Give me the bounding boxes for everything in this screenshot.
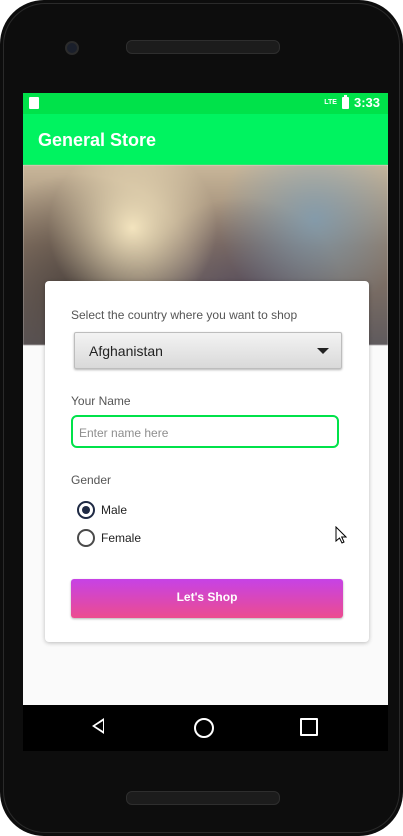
status-time: 3:33 <box>353 95 380 110</box>
gender-label: Gender <box>71 473 112 487</box>
country-dropdown[interactable]: Afghanistan <box>74 332 342 369</box>
name-placeholder: Enter name here <box>79 426 169 440</box>
camera-icon <box>65 41 79 55</box>
back-icon[interactable] <box>92 718 104 734</box>
recent-apps-icon[interactable] <box>300 718 318 736</box>
app-bar: General Store <box>23 114 388 165</box>
lte-indicator: LTE <box>324 99 337 106</box>
lets-shop-button[interactable]: Let's Shop <box>71 579 343 618</box>
radio-female[interactable]: Female <box>77 529 141 547</box>
radio-male[interactable]: Male <box>77 501 127 519</box>
top-speaker <box>126 40 280 54</box>
home-icon[interactable] <box>194 718 214 738</box>
name-label: Your Name <box>71 394 131 408</box>
mouse-cursor-icon <box>335 526 347 544</box>
dropdown-arrow-icon <box>317 348 329 354</box>
name-input[interactable]: Enter name here <box>71 415 339 448</box>
lets-shop-label: Let's Shop <box>176 590 238 604</box>
radio-female-label: Female <box>101 531 142 545</box>
country-selected-value: Afghanistan <box>89 343 163 359</box>
app-screen: LTE 3:33 General Store Select the countr… <box>23 93 388 705</box>
radio-male-label: Male <box>101 503 128 517</box>
bottom-speaker <box>126 791 280 805</box>
status-right: LTE 3:33 <box>324 94 380 110</box>
phone-frame: LTE 3:33 General Store Select the countr… <box>0 0 403 836</box>
radio-button-icon[interactable] <box>77 501 95 519</box>
country-label: Select the country where you want to sho… <box>71 308 298 322</box>
shop-form-card: Select the country where you want to sho… <box>45 281 369 642</box>
battery-icon <box>341 94 349 109</box>
system-nav-bar <box>23 705 388 751</box>
sim-icon <box>29 97 39 109</box>
app-title: General Store <box>38 130 157 150</box>
status-bar: LTE 3:33 <box>23 93 388 114</box>
radio-button-icon[interactable] <box>77 529 95 547</box>
